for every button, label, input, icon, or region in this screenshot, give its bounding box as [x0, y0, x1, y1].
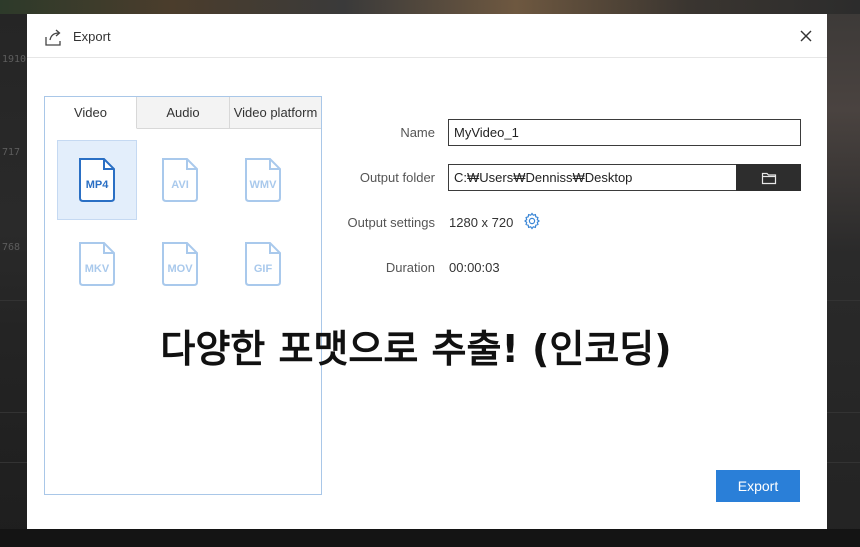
format-avi[interactable]: AVI: [140, 140, 220, 220]
output-settings-value: 1280 x 720: [449, 215, 514, 230]
format-label: AVI: [171, 179, 189, 191]
avi-file-icon: AVI: [162, 158, 198, 202]
browse-folder-button[interactable]: [736, 164, 801, 191]
format-label: MP4: [86, 179, 110, 191]
background-right-panel: [827, 14, 860, 547]
output-folder-label: Output folder: [359, 170, 435, 185]
tab-video[interactable]: Video: [45, 97, 137, 129]
close-icon[interactable]: [795, 25, 817, 47]
format-label: WMV: [250, 179, 278, 191]
background-left-panel: 1910 717 768: [0, 14, 27, 547]
tab-audio[interactable]: Audio: [137, 97, 230, 129]
format-panel: Video Audio Video platform MP4 AVI WMV M…: [44, 96, 322, 495]
format-label: GIF: [254, 263, 273, 275]
output-settings-label: Output settings: [347, 215, 435, 230]
duration-value: 00:00:03: [449, 260, 500, 275]
format-mkv[interactable]: MKV: [57, 224, 137, 304]
name-input[interactable]: MyVideo_1: [448, 119, 801, 146]
format-label: MOV: [167, 263, 193, 275]
gear-icon[interactable]: [523, 212, 541, 230]
wmv-file-icon: WMV: [245, 158, 281, 202]
format-mp4[interactable]: MP4: [57, 140, 137, 220]
export-button[interactable]: Export: [716, 470, 800, 502]
background-bottom-bar: [0, 529, 860, 547]
export-dialog: Export Video Audio Video platform MP4 AV…: [27, 14, 827, 529]
mov-file-icon: MOV: [162, 242, 198, 286]
output-folder-input[interactable]: C:₩Users₩Denniss₩Desktop: [448, 164, 737, 191]
background-number: 1910: [2, 54, 27, 65]
folder-icon: [761, 172, 776, 184]
dialog-titlebar: Export: [27, 14, 827, 58]
export-icon: [43, 26, 65, 48]
format-mov[interactable]: MOV: [140, 224, 220, 304]
name-label: Name: [400, 125, 435, 140]
overlay-caption: 다양한 포맷으로 추출! (인코딩): [160, 327, 672, 371]
gif-file-icon: GIF: [245, 242, 281, 286]
mkv-file-icon: MKV: [79, 242, 115, 286]
dialog-title: Export: [73, 29, 111, 44]
duration-label: Duration: [385, 260, 435, 275]
format-tabs: Video Audio Video platform: [45, 97, 321, 129]
background-number: 717: [2, 147, 21, 158]
format-label: MKV: [85, 263, 110, 275]
background-number: 768: [2, 242, 21, 253]
background-thumbnail-strip: [0, 0, 860, 14]
mp4-file-icon: MP4: [79, 158, 115, 202]
